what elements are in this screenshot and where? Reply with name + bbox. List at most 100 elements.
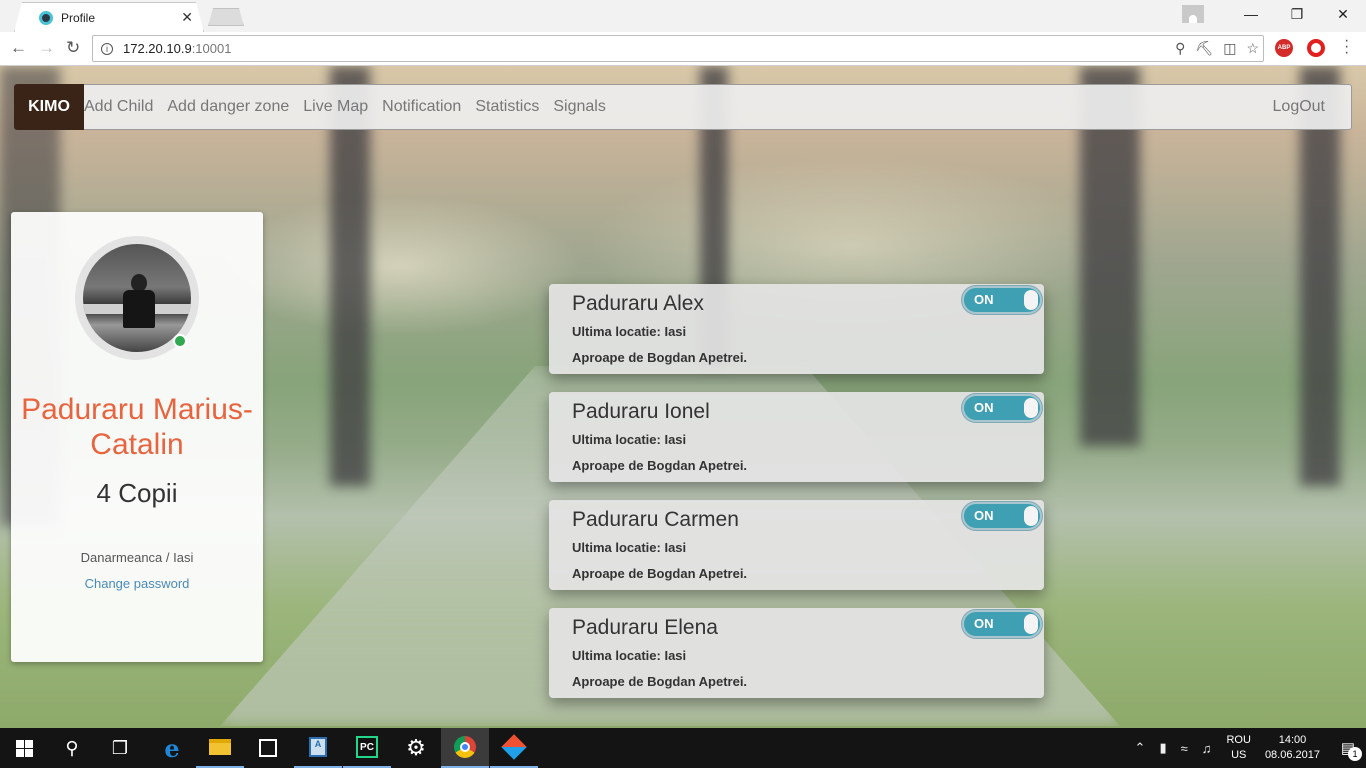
child-nearby: Aproape de Bogdan Apetrei. bbox=[572, 458, 748, 473]
taskbar-file-explorer[interactable] bbox=[196, 728, 244, 768]
pycharm-icon: PC bbox=[356, 736, 378, 758]
children-count: 4 Copii bbox=[96, 478, 178, 508]
tab-title: Profile bbox=[61, 10, 96, 25]
show-hidden-icons-icon[interactable]: ⌃ bbox=[1135, 740, 1146, 756]
windows-logo-icon bbox=[15, 739, 33, 757]
chrome-icon bbox=[454, 736, 476, 758]
taskbar-pycharm[interactable]: PC bbox=[343, 728, 391, 768]
git-icon bbox=[501, 734, 527, 760]
volume-icon[interactable]: ♫ bbox=[1202, 741, 1212, 756]
child-card[interactable]: Paduraru Alex Ultima locatie: Iasi Aproa… bbox=[549, 284, 1044, 374]
wifi-icon[interactable]: ≈ bbox=[1181, 741, 1188, 756]
nav-add-danger-zone[interactable]: Add danger zone bbox=[167, 98, 289, 116]
search-button[interactable]: ⚲ bbox=[48, 728, 96, 768]
avatar-photo-body bbox=[123, 290, 155, 328]
browser-menu-icon[interactable]: · · · bbox=[1344, 33, 1349, 61]
toggle-knob bbox=[1024, 398, 1038, 418]
windows-taskbar: ⚲ ❐ e A PC ⚙ ⌃ ▮ ≈ ♫ ROU US 14:00 08.06.… bbox=[0, 728, 1366, 768]
nav-add-child[interactable]: Add Child bbox=[84, 98, 153, 116]
child-name: Paduraru Carmen bbox=[572, 508, 739, 531]
child-nearby: Aproape de Bogdan Apetrei. bbox=[572, 350, 748, 365]
url-port: :10001 bbox=[191, 41, 232, 56]
restore-button[interactable]: ❐ bbox=[1274, 6, 1320, 23]
tab-close-icon[interactable]: ✕ bbox=[181, 9, 193, 26]
toggle-label: ON bbox=[974, 508, 994, 523]
system-tray: ⌃ ▮ ≈ ♫ ROU US 14:00 08.06.2017 ▤ 1 bbox=[1128, 728, 1366, 768]
taskbar-edge[interactable]: e bbox=[148, 728, 196, 768]
zoom-icon[interactable]: ⚲ bbox=[1175, 40, 1185, 57]
browser-tab[interactable]: Profile ✕ bbox=[14, 2, 204, 32]
adblock-extension-icon[interactable]: ABP bbox=[1275, 39, 1293, 57]
parent-location: Danarmeanca / Iasi bbox=[80, 550, 194, 565]
user-profile-icon[interactable] bbox=[1182, 5, 1204, 23]
child-nearby: Aproape de Bogdan Apetrei. bbox=[572, 566, 748, 581]
toggle-label: ON bbox=[974, 616, 994, 631]
bookmark-star-icon[interactable]: ☆ bbox=[1246, 40, 1259, 57]
profile-card: Paduraru Marius-Catalin 4 Copii Danarmea… bbox=[11, 212, 263, 662]
toggle-knob bbox=[1024, 290, 1038, 310]
reload-icon[interactable]: ↻ bbox=[66, 38, 80, 58]
omnibox-actions: ⚲ ⛏ ◫ ☆ bbox=[1175, 40, 1259, 57]
child-last-location: Ultima locatie: Iasi bbox=[572, 324, 687, 339]
child-name: Paduraru Ionel bbox=[572, 400, 710, 423]
action-center-button[interactable]: ▤ 1 bbox=[1330, 739, 1366, 761]
child-card[interactable]: Paduraru Elena Ultima locatie: Iasi Apro… bbox=[549, 608, 1044, 698]
child-card[interactable]: Paduraru Ionel Ultima locatie: Iasi Apro… bbox=[549, 392, 1044, 482]
search-icon: ⚲ bbox=[65, 737, 79, 758]
taskbar-store[interactable] bbox=[244, 728, 292, 768]
taskbar-chrome[interactable] bbox=[441, 728, 489, 768]
document-app-icon: A bbox=[309, 737, 327, 757]
file-explorer-icon bbox=[209, 739, 231, 755]
toggle-label: ON bbox=[974, 292, 994, 307]
minimize-button[interactable]: — bbox=[1228, 6, 1274, 22]
task-view-button[interactable]: ❐ bbox=[96, 728, 144, 768]
close-window-button[interactable]: ✕ bbox=[1320, 6, 1366, 23]
child-card[interactable]: Paduraru Carmen Ultima locatie: Iasi Apr… bbox=[549, 500, 1044, 590]
taskbar-document-app[interactable]: A bbox=[294, 728, 342, 768]
url-host: 172.20.10.9 bbox=[123, 41, 192, 56]
forward-arrow-icon[interactable]: → bbox=[38, 38, 55, 58]
notification-count: 1 bbox=[1348, 747, 1362, 761]
toggle-knob bbox=[1024, 506, 1038, 526]
change-password-link[interactable]: Change password bbox=[11, 576, 263, 591]
site-info-icon[interactable]: i bbox=[101, 42, 113, 55]
nav-signals[interactable]: Signals bbox=[553, 98, 605, 116]
language-bottom: US bbox=[1231, 749, 1247, 761]
task-view-icon: ❐ bbox=[111, 737, 129, 758]
logout-link[interactable]: LogOut bbox=[1273, 98, 1325, 116]
child-nearby: Aproape de Bogdan Apetrei. bbox=[572, 674, 748, 689]
tracking-toggle[interactable]: ON bbox=[962, 394, 1042, 422]
page-content: KIMO Add Child Add danger zone Live Map … bbox=[0, 66, 1366, 728]
taskbar-settings[interactable]: ⚙ bbox=[392, 728, 440, 768]
child-last-location: Ultima locatie: Iasi bbox=[572, 432, 687, 447]
taskbar-git[interactable] bbox=[490, 728, 538, 768]
battery-icon[interactable]: ▮ bbox=[1159, 740, 1166, 756]
back-arrow-icon[interactable]: ← bbox=[10, 38, 27, 58]
nav-notification[interactable]: Notification bbox=[382, 98, 461, 116]
nav-live-map[interactable]: Live Map bbox=[303, 98, 368, 116]
browser-toolbar: ← → ↻ i 172.20.10.9:10001 ⚲ ⛏ ◫ ☆ ABP · ·… bbox=[0, 32, 1366, 66]
edge-browser-icon: e bbox=[164, 733, 180, 763]
translate-icon[interactable]: ◫ bbox=[1223, 40, 1236, 57]
brand-logo[interactable]: KIMO bbox=[14, 84, 84, 130]
nav-statistics[interactable]: Statistics bbox=[475, 98, 539, 116]
child-name: Paduraru Alex bbox=[572, 292, 704, 315]
tracking-toggle[interactable]: ON bbox=[962, 286, 1042, 314]
child-last-location: Ultima locatie: Iasi bbox=[572, 540, 687, 555]
new-tab-button[interactable] bbox=[208, 8, 244, 26]
start-button[interactable] bbox=[0, 728, 48, 768]
toggle-knob bbox=[1024, 614, 1038, 634]
tracking-toggle[interactable]: ON bbox=[962, 502, 1042, 530]
clock-date: 08.06.2017 bbox=[1264, 749, 1320, 761]
key-icon[interactable]: ⛏ bbox=[1195, 40, 1213, 57]
language-top: ROU bbox=[1226, 734, 1251, 746]
opera-extension-icon[interactable] bbox=[1307, 39, 1325, 57]
gear-icon: ⚙ bbox=[406, 735, 426, 760]
system-clock[interactable]: 14:00 08.06.2017 bbox=[1265, 733, 1320, 763]
input-language[interactable]: ROU US bbox=[1226, 733, 1250, 763]
address-bar[interactable]: i 172.20.10.9:10001 ⚲ ⛏ ◫ ☆ bbox=[92, 35, 1264, 62]
toggle-label: ON bbox=[974, 400, 994, 415]
tracking-toggle[interactable]: ON bbox=[962, 610, 1042, 638]
child-name: Paduraru Elena bbox=[572, 616, 718, 639]
clock-time: 14:00 bbox=[1278, 734, 1307, 746]
